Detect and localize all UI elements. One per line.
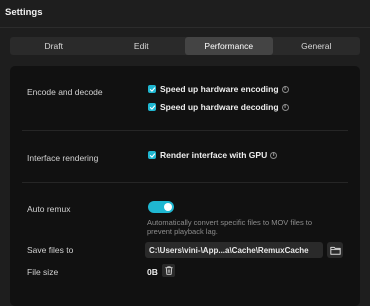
section-divider xyxy=(22,130,348,131)
header-divider xyxy=(0,27,370,28)
browse-folder-button[interactable] xyxy=(327,242,343,258)
hardware-decoding-option[interactable]: Speed up hardware decoding i xyxy=(148,102,289,112)
clear-cache-button[interactable] xyxy=(162,264,175,277)
folder-icon xyxy=(329,246,341,255)
info-icon[interactable]: i xyxy=(270,151,278,159)
interface-rendering-label: Interface rendering xyxy=(27,153,99,163)
hardware-decoding-label: Speed up hardware decoding xyxy=(160,102,279,112)
gpu-rendering-checkbox[interactable] xyxy=(148,151,156,159)
hardware-encoding-option[interactable]: Speed up hardware encoding i xyxy=(148,84,289,94)
trash-icon xyxy=(164,266,173,275)
tab-draft[interactable]: Draft xyxy=(10,37,98,55)
auto-remux-description: Automatically convert specific files to … xyxy=(147,218,313,236)
hardware-encoding-label: Speed up hardware encoding xyxy=(160,84,279,94)
window-title: Settings xyxy=(5,7,43,18)
checkmark-icon xyxy=(149,104,155,110)
save-files-label: Save files to xyxy=(27,245,74,255)
checkmark-icon xyxy=(149,86,155,92)
tab-performance[interactable]: Performance xyxy=(185,37,273,55)
checkmark-icon xyxy=(149,152,155,158)
save-path-field[interactable]: C:\Users\vini-\App...a\Cache\RemuxCache xyxy=(145,242,323,258)
gpu-rendering-option[interactable]: Render interface with GPU i xyxy=(148,150,278,160)
hardware-encoding-checkbox[interactable] xyxy=(148,85,156,93)
toggle-knob xyxy=(164,203,172,211)
gpu-rendering-label: Render interface with GPU xyxy=(160,150,268,160)
hardware-decoding-checkbox[interactable] xyxy=(148,103,156,111)
info-icon[interactable]: i xyxy=(281,85,289,93)
file-size-value: 0B xyxy=(147,267,158,277)
file-size-label: File size xyxy=(27,267,59,277)
settings-tabs: Draft Edit Performance General xyxy=(10,37,360,55)
info-icon[interactable]: i xyxy=(281,103,289,111)
auto-remux-label: Auto remux xyxy=(27,204,71,214)
auto-remux-toggle[interactable] xyxy=(148,201,174,213)
performance-panel: Encode and decode Speed up hardware enco… xyxy=(10,66,360,306)
tab-general[interactable]: General xyxy=(273,37,361,55)
section-divider xyxy=(22,182,348,183)
encode-decode-label: Encode and decode xyxy=(27,87,103,97)
tab-edit[interactable]: Edit xyxy=(98,37,186,55)
